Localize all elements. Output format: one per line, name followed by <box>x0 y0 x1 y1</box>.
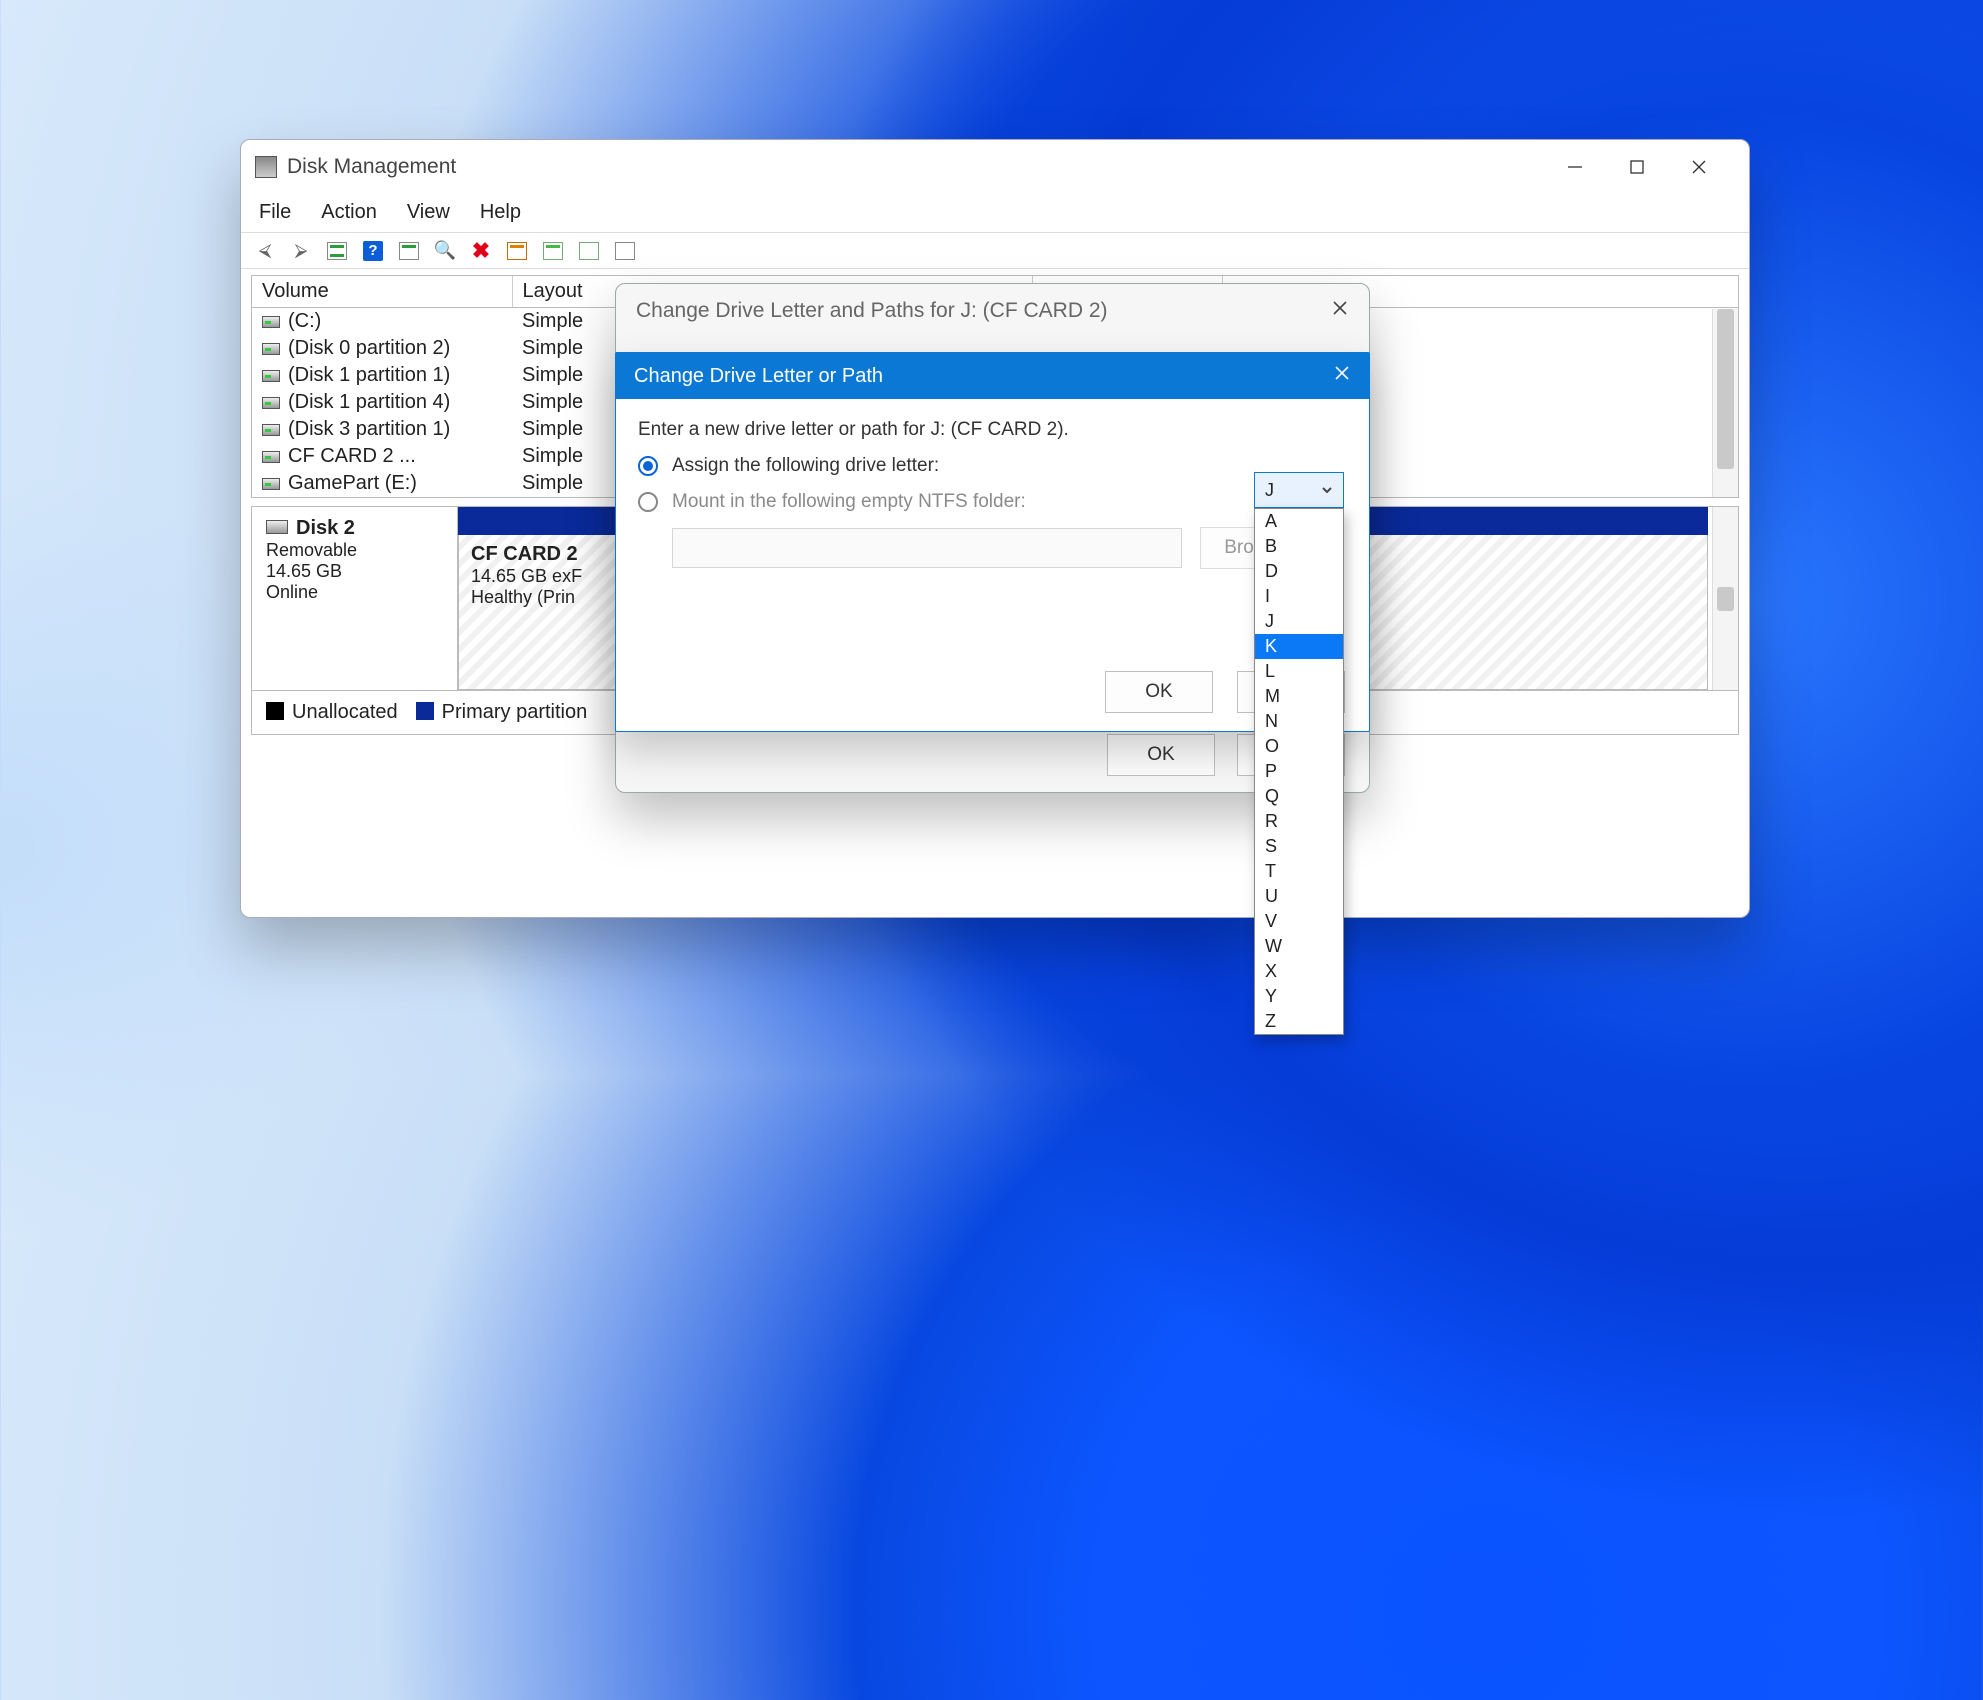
dialog2-ok-button[interactable]: OK <box>1105 671 1213 713</box>
drive-letter-option[interactable]: L <box>1255 659 1343 684</box>
dialog1-close-icon[interactable] <box>1331 299 1349 323</box>
drive-letter-option[interactable]: M <box>1255 684 1343 709</box>
drive-letter-option[interactable]: Q <box>1255 784 1343 809</box>
drive-letter-option[interactable]: P <box>1255 759 1343 784</box>
action4-icon[interactable] <box>611 238 639 264</box>
action3-icon[interactable] <box>575 238 603 264</box>
drive-letter-option[interactable]: J <box>1255 609 1343 634</box>
menu-action[interactable]: Action <box>321 201 377 224</box>
volume-icon <box>262 478 280 490</box>
disk-status: Online <box>266 582 443 603</box>
action2-icon[interactable] <box>539 238 567 264</box>
drive-letter-option[interactable]: O <box>1255 734 1343 759</box>
titlebar: Disk Management <box>241 140 1749 193</box>
drive-letter-option[interactable]: N <box>1255 709 1343 734</box>
window-title: Disk Management <box>287 155 456 179</box>
drive-letter-combo[interactable]: J <box>1254 472 1344 508</box>
drive-letter-option[interactable]: D <box>1255 559 1343 584</box>
dialog1-ok-button[interactable]: OK <box>1107 734 1215 776</box>
drive-letter-option[interactable]: K <box>1255 634 1343 659</box>
drive-letter-option[interactable]: S <box>1255 834 1343 859</box>
dialog2-prompt: Enter a new drive letter or path for J: … <box>638 419 1347 441</box>
partition-name: CF CARD 2 <box>471 543 578 565</box>
disk-size: 14.65 GB <box>266 561 443 582</box>
drive-letter-option[interactable]: X <box>1255 959 1343 984</box>
drive-letter-option[interactable]: A <box>1255 509 1343 534</box>
app-icon <box>255 156 277 178</box>
disk-title: Disk 2 <box>296 517 355 539</box>
dialog1-title: Change Drive Letter and Paths for J: (CF… <box>636 299 1108 323</box>
volume-icon <box>262 451 280 463</box>
label-mount-folder: Mount in the following empty NTFS folder… <box>672 491 1026 513</box>
delete-icon[interactable]: ✖ <box>467 238 495 264</box>
partition-health: Healthy (Prin <box>471 587 575 607</box>
drive-letter-option[interactable]: T <box>1255 859 1343 884</box>
volume-icon <box>262 316 280 328</box>
dialog2-close-icon[interactable] <box>1333 364 1351 388</box>
volume-icon <box>262 370 280 382</box>
legend-unallocated: Unallocated <box>266 701 398 724</box>
partition-line: 14.65 GB exF <box>471 566 582 586</box>
label-assign-letter: Assign the following drive letter: <box>672 455 939 477</box>
chevron-down-icon <box>1321 480 1333 501</box>
drive-letter-option[interactable]: I <box>1255 584 1343 609</box>
drive-letter-option[interactable]: R <box>1255 809 1343 834</box>
menu-bar: File Action View Help <box>241 193 1749 233</box>
drive-letter-option[interactable]: U <box>1255 884 1343 909</box>
toolbar: ⮘ ⮚ ? 🔍 ✖ <box>241 233 1749 269</box>
list-scrollbar[interactable] <box>1712 309 1738 497</box>
drive-letter-option[interactable]: Y <box>1255 984 1343 1009</box>
help-icon[interactable]: ? <box>359 238 387 264</box>
back-icon[interactable]: ⮘ <box>251 238 279 264</box>
properties-icon[interactable]: 🔍 <box>431 238 459 264</box>
maximize-button[interactable] <box>1625 155 1649 179</box>
graph-scrollbar[interactable] <box>1712 507 1738 690</box>
volume-icon <box>262 343 280 355</box>
drive-letter-option[interactable]: Z <box>1255 1009 1343 1034</box>
menu-help[interactable]: Help <box>480 201 521 224</box>
mount-path-input[interactable] <box>672 528 1182 568</box>
menu-file[interactable]: File <box>259 201 291 224</box>
volume-icon <box>262 397 280 409</box>
drive-letter-option[interactable]: V <box>1255 909 1343 934</box>
refresh-icon[interactable] <box>395 238 423 264</box>
minimize-button[interactable] <box>1563 155 1587 179</box>
menu-view[interactable]: View <box>407 201 450 224</box>
radio-assign-letter[interactable] <box>638 456 658 476</box>
col-volume[interactable]: Volume <box>252 276 512 308</box>
volume-icon <box>262 424 280 436</box>
drive-letter-option[interactable]: W <box>1255 934 1343 959</box>
drive-letter-value: J <box>1265 480 1274 501</box>
radio-mount-folder[interactable] <box>638 492 658 512</box>
drive-letter-dropdown[interactable]: ABDIJKLMNOPQRSTUVWXYZ <box>1254 508 1344 1035</box>
panel-icon[interactable] <box>323 238 351 264</box>
drive-letter-option[interactable]: B <box>1255 534 1343 559</box>
legend-primary: Primary partition <box>416 701 588 724</box>
forward-icon[interactable]: ⮚ <box>287 238 315 264</box>
disk-info[interactable]: Disk 2 Removable 14.65 GB Online <box>252 507 458 690</box>
disk-icon <box>266 520 288 534</box>
close-button[interactable] <box>1687 155 1711 179</box>
disk-type: Removable <box>266 540 443 561</box>
dialog2-title: Change Drive Letter or Path <box>634 365 883 388</box>
action1-icon[interactable] <box>503 238 531 264</box>
